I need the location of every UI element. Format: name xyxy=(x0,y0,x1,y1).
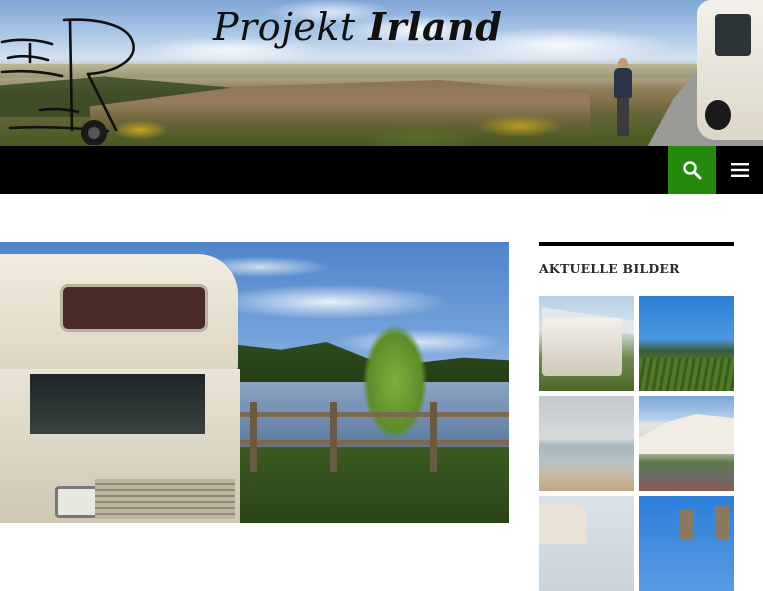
header-banner[interactable]: Projekt Irland xyxy=(0,0,763,146)
menu-toggle-button[interactable] xyxy=(716,146,763,194)
site-title[interactable]: Projekt Irland xyxy=(213,4,502,49)
recent-image-thumbnail[interactable] xyxy=(539,496,634,591)
featured-camper-van xyxy=(0,254,240,523)
featured-post-image[interactable] xyxy=(0,242,509,523)
widget-title: AKTUELLE BILDER xyxy=(539,261,680,276)
banner-camper xyxy=(697,0,763,140)
widget-divider xyxy=(539,242,734,246)
nav-bar xyxy=(0,146,763,194)
banner-person xyxy=(612,58,634,136)
recent-image-thumbnail[interactable] xyxy=(639,296,734,391)
featured-fence xyxy=(210,402,509,472)
site-title-regular: Projekt xyxy=(213,5,369,49)
recent-image-thumbnail[interactable] xyxy=(539,396,634,491)
site-title-bold: Irland xyxy=(368,4,503,49)
recent-image-thumbnail[interactable] xyxy=(639,396,734,491)
hamburger-menu-icon xyxy=(730,163,749,177)
search-toggle-button[interactable] xyxy=(668,146,716,194)
search-icon xyxy=(683,161,702,180)
site-logo-icon[interactable] xyxy=(0,10,140,145)
recent-image-thumbnail[interactable] xyxy=(639,496,734,591)
sidebar: AKTUELLE BILDER xyxy=(539,242,734,591)
recent-image-thumbnail[interactable] xyxy=(539,296,634,391)
